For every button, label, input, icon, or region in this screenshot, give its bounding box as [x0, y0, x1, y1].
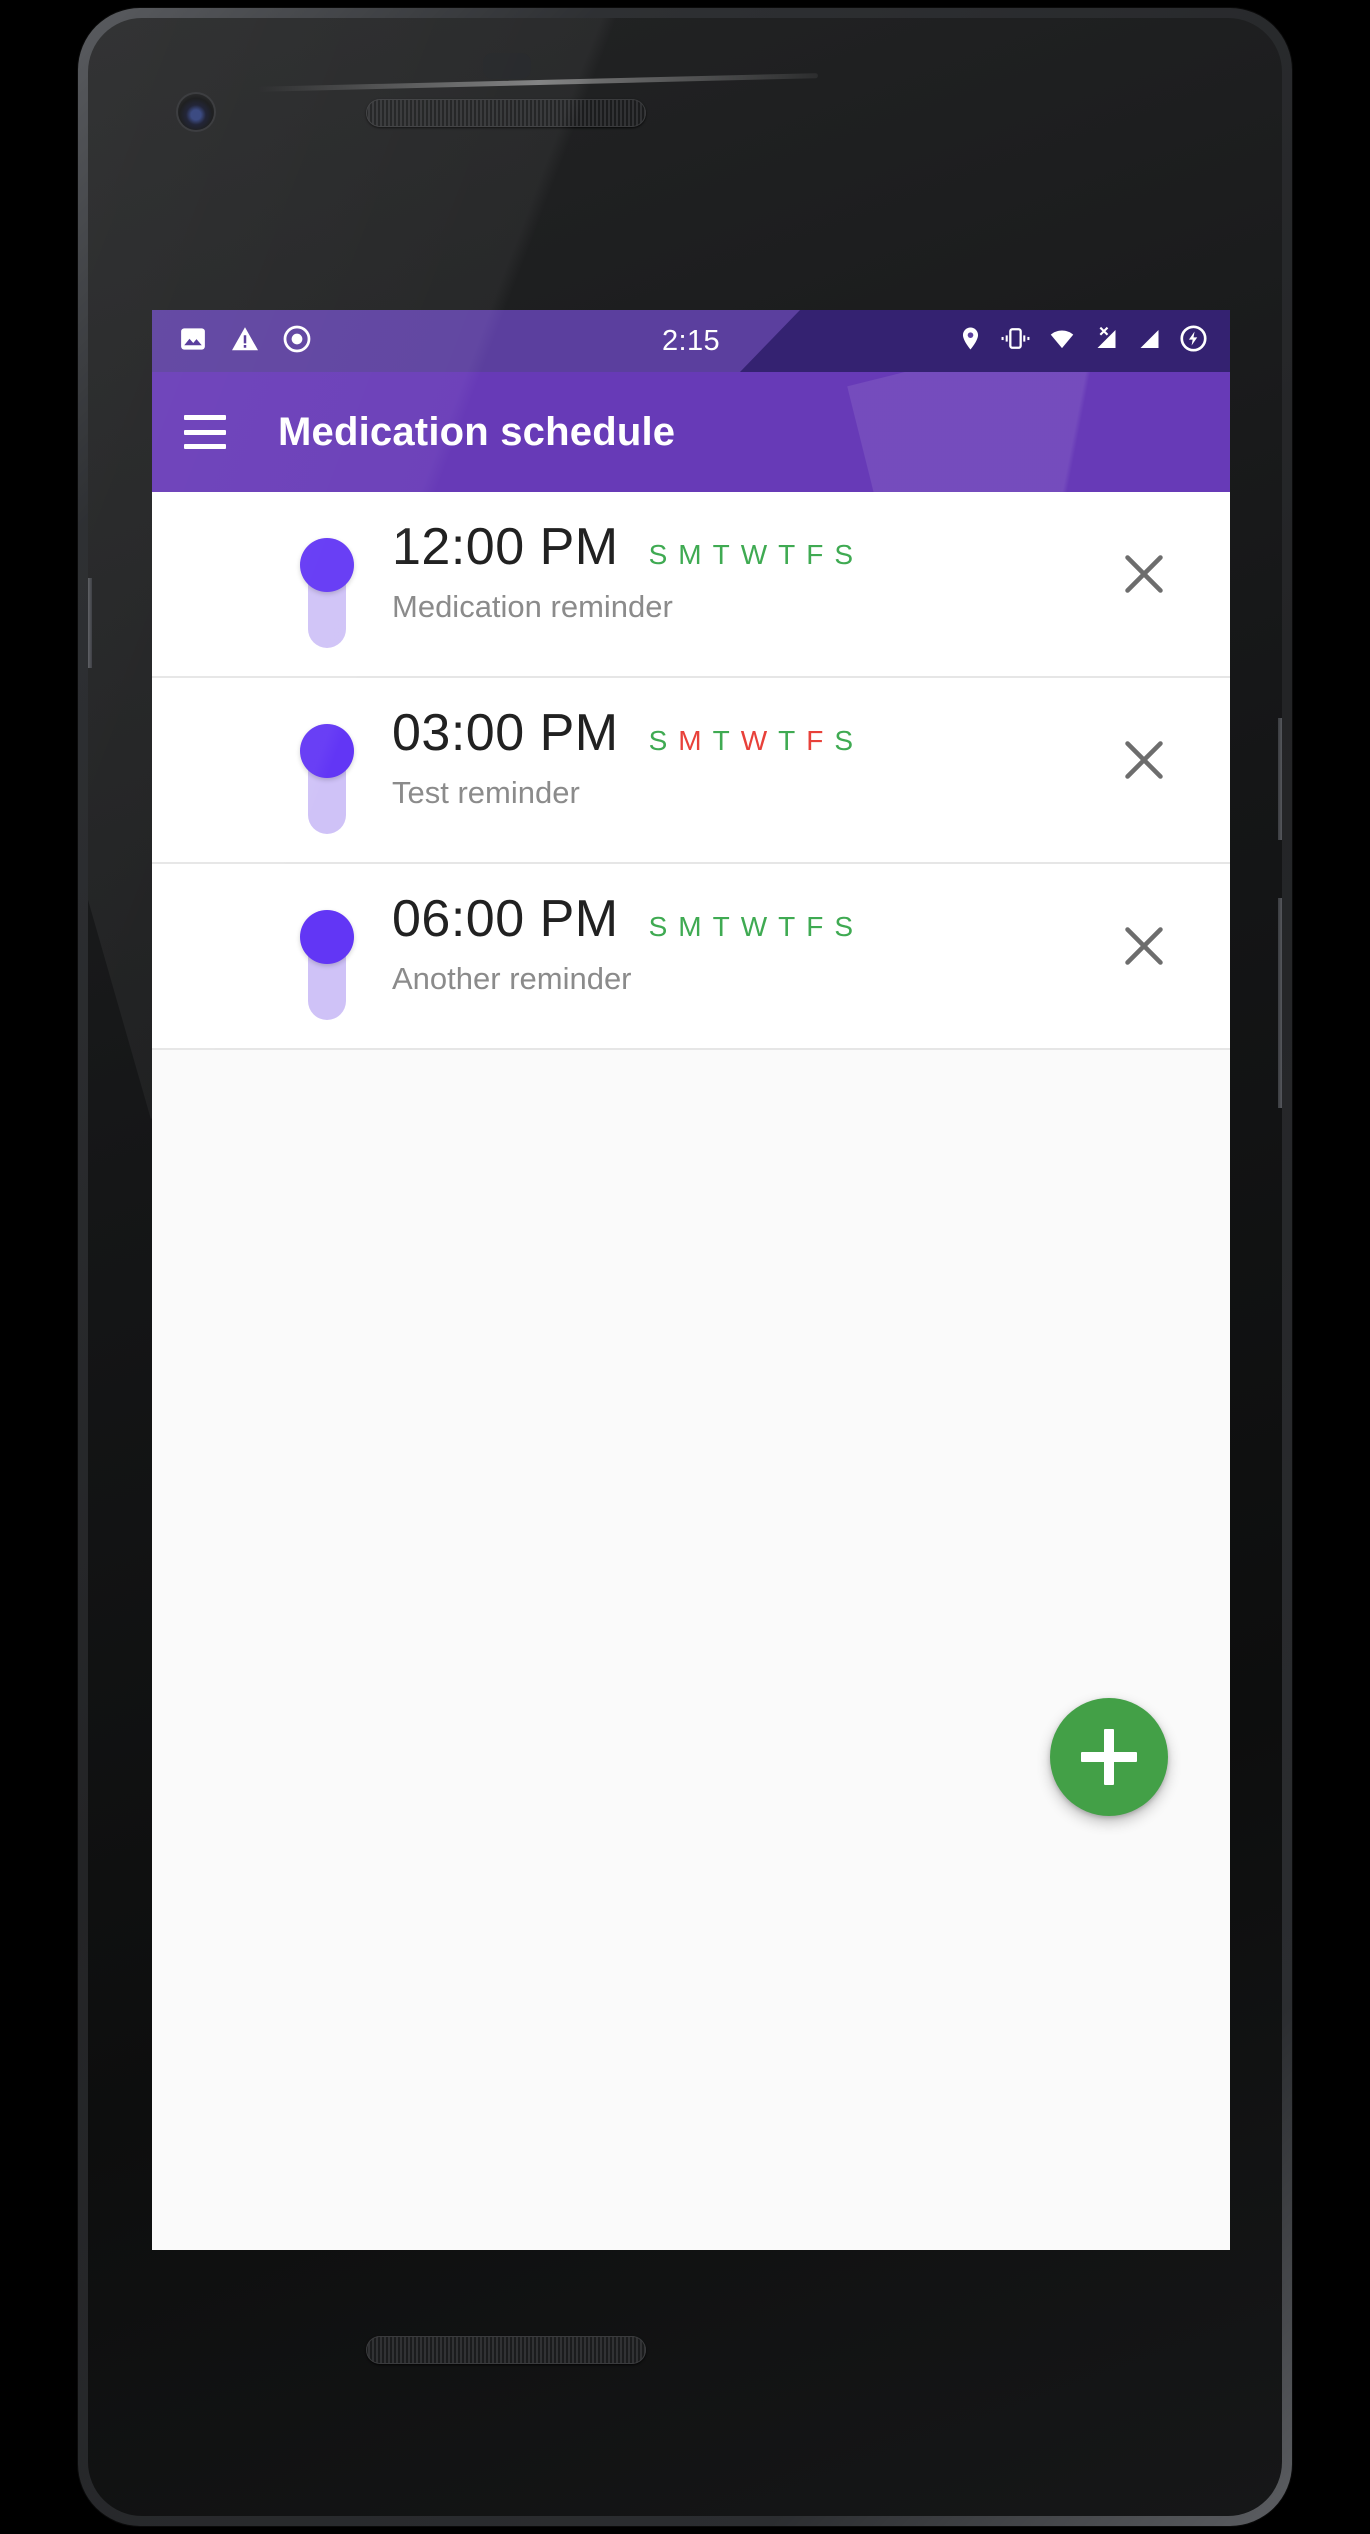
- alarm-time: 06:00 PM: [392, 890, 619, 948]
- app-bar: Medication schedule: [152, 372, 1230, 492]
- alarm-label: Medication reminder: [392, 588, 673, 624]
- plus-icon-vertical: [1104, 1729, 1114, 1785]
- app-bar-sheen: [847, 372, 1230, 492]
- power-button[interactable]: [1278, 718, 1282, 840]
- alarm-label: Test reminder: [392, 774, 580, 810]
- signal-off-icon: [1093, 325, 1120, 357]
- day-letter-0: S: [648, 725, 669, 756]
- phone-screen: 2:15 Medication schedule 12:00 PM S M T …: [152, 310, 1230, 2250]
- alarm-enabled-toggle[interactable]: [300, 538, 354, 650]
- day-letter-4: T: [778, 539, 797, 570]
- hamburger-menu-icon[interactable]: [184, 415, 226, 449]
- day-letter-6: S: [834, 539, 855, 570]
- alarm-time: 03:00 PM: [392, 704, 619, 762]
- phone-frame: 2:15 Medication schedule 12:00 PM S M T …: [78, 8, 1292, 2526]
- screen-glare-streak: [258, 73, 818, 92]
- day-letter-2: T: [712, 539, 731, 570]
- day-letter-5: F: [806, 539, 825, 570]
- proximity-sensor-icon: [483, 53, 531, 79]
- alarm-list-item[interactable]: 03:00 PM S M T W T F S Test reminder: [152, 678, 1230, 864]
- day-letter-1: M: [678, 539, 703, 570]
- alarm-content: 12:00 PM S M T W T F S Medication remind…: [392, 520, 1230, 625]
- page-title: Medication schedule: [278, 409, 676, 454]
- battery-charging-icon: [1179, 324, 1208, 358]
- day-letter-5: F: [806, 725, 825, 756]
- alarm-enabled-toggle[interactable]: [300, 724, 354, 836]
- alarm-list-item[interactable]: 06:00 PM S M T W T F S Another reminder: [152, 864, 1230, 1050]
- day-letter-3: W: [740, 725, 769, 756]
- alarm-top-line: 12:00 PM S M T W T F S: [392, 520, 1230, 575]
- alarm-day-indicators[interactable]: S M T W T F S: [649, 911, 854, 943]
- alarm-content: 06:00 PM S M T W T F S Another reminder: [392, 892, 1230, 997]
- status-bar-right-icons: [957, 324, 1208, 358]
- toggle-thumb: [300, 538, 354, 592]
- day-letter-4: T: [778, 911, 797, 942]
- location-pin-icon: [957, 325, 984, 357]
- wifi-icon: [1047, 325, 1077, 357]
- day-letter-1: M: [678, 725, 703, 756]
- day-letter-4: T: [778, 725, 797, 756]
- day-letter-2: T: [712, 725, 731, 756]
- toggle-thumb: [300, 910, 354, 964]
- status-bar: 2:15: [152, 310, 1230, 372]
- alarm-list: 12:00 PM S M T W T F S Medication remind…: [152, 492, 1230, 1050]
- day-letter-5: F: [806, 911, 825, 942]
- alarm-list-item[interactable]: 12:00 PM S M T W T F S Medication remind…: [152, 492, 1230, 678]
- day-letter-6: S: [834, 911, 855, 942]
- day-letter-6: S: [834, 725, 855, 756]
- vibrate-icon: [1000, 325, 1031, 357]
- alarm-top-line: 03:00 PM S M T W T F S: [392, 706, 1230, 761]
- alarm-day-indicators[interactable]: S M T W T F S: [649, 539, 854, 571]
- day-letter-3: W: [740, 539, 769, 570]
- signal-bars-icon: [1136, 325, 1163, 357]
- toggle-thumb: [300, 724, 354, 778]
- left-side-button[interactable]: [88, 578, 92, 668]
- front-camera-icon: [178, 94, 214, 130]
- bottom-speaker-icon: [366, 2336, 646, 2364]
- day-letter-0: S: [648, 539, 669, 570]
- close-x-icon[interactable]: [1118, 920, 1170, 972]
- alarm-content: 03:00 PM S M T W T F S Test reminder: [392, 706, 1230, 811]
- day-letter-0: S: [648, 911, 669, 942]
- volume-button[interactable]: [1278, 898, 1282, 1108]
- add-alarm-fab[interactable]: [1050, 1698, 1168, 1816]
- alarm-label: Another reminder: [392, 960, 632, 996]
- earpiece-speaker-icon: [366, 99, 646, 127]
- phone-body: 2:15 Medication schedule 12:00 PM S M T …: [88, 18, 1282, 2516]
- close-x-icon[interactable]: [1118, 734, 1170, 786]
- day-letter-1: M: [678, 911, 703, 942]
- empty-list-area: [152, 1050, 1230, 1912]
- alarm-top-line: 06:00 PM S M T W T F S: [392, 892, 1230, 947]
- day-letter-3: W: [740, 911, 769, 942]
- close-x-icon[interactable]: [1118, 548, 1170, 600]
- alarm-time: 12:00 PM: [392, 518, 619, 576]
- alarm-enabled-toggle[interactable]: [300, 910, 354, 1022]
- day-letter-2: T: [712, 911, 731, 942]
- alarm-day-indicators[interactable]: S M T W T F S: [649, 725, 854, 757]
